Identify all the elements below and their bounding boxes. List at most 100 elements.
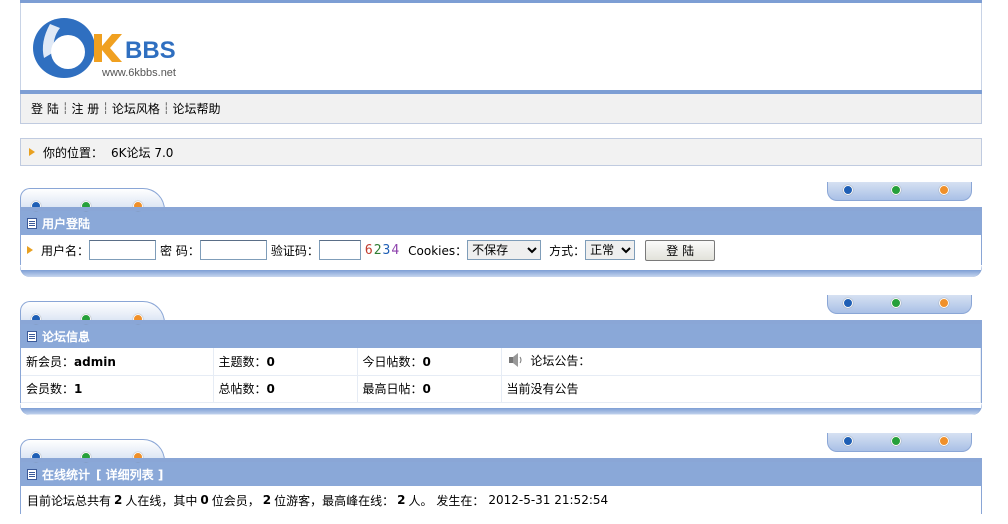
captcha-digit: 4: [391, 242, 401, 258]
panel-tabs: [20, 433, 982, 462]
panel-tabs: [20, 295, 982, 324]
panel-strip: [20, 458, 982, 462]
online-total: 2: [114, 493, 123, 507]
login-panel-title: 用户登陆: [20, 211, 982, 235]
online-peak: 2: [397, 493, 406, 507]
notice-label: 论坛公告：: [530, 353, 591, 368]
menu-separator: ┆: [102, 102, 109, 115]
stat-cell: 新会员：admin: [21, 348, 214, 376]
panel-bottom: [20, 265, 982, 277]
menu-separator: ┆: [162, 102, 170, 115]
today-posts-label: 今日帖数：: [362, 354, 423, 369]
today-posts-value: 0: [422, 354, 431, 369]
topics-label: 主题数：: [218, 354, 267, 369]
total-posts-label: 总帖数：: [218, 382, 267, 396]
document-icon: [27, 468, 37, 480]
stat-cell: 今日帖数：0: [357, 348, 502, 376]
forum-info-title-text: 论坛信息: [42, 329, 91, 344]
breadcrumb-home-link[interactable]: 6K论坛 7.0: [111, 144, 173, 161]
stat-cell: 主题数：0: [213, 348, 358, 376]
captcha-digit: 6: [364, 242, 374, 258]
breadcrumb: 你的位置： 6K论坛 7.0: [20, 138, 982, 166]
login-title-text: 用户登陆: [42, 216, 91, 231]
newest-member-label: 新会员：: [26, 354, 75, 369]
login-panel: 用户登陆 用户名： 密 码： 验证码： 6234 Cookies： 不保存 方式…: [20, 182, 982, 277]
forum-info-panel: 论坛信息 新会员：admin 主题数：0 今日帖数：0 论坛公告： 会员数：1 …: [20, 295, 982, 415]
online-title: 在线统计 [ 详细列表 ]: [20, 462, 982, 486]
online-guests: 2: [262, 493, 272, 507]
top-menu: 登 陆 ┆ 注 册 ┆ 论坛风格 ┆ 论坛帮助: [20, 94, 982, 124]
online-peak-time: 2012-5-31 21:52:54: [488, 493, 609, 507]
login-button[interactable]: 登 陆: [645, 239, 716, 261]
menu-help[interactable]: 论坛帮助: [173, 100, 221, 117]
captcha-digit: 2: [373, 242, 383, 258]
green-dot-icon: [891, 185, 901, 195]
panel-tab-right: [827, 295, 972, 314]
username-input[interactable]: [89, 240, 157, 260]
header: BBS www.6kbbs.net: [20, 3, 982, 91]
orange-dot-icon: [939, 436, 949, 446]
document-icon: [27, 217, 37, 229]
green-dot-icon: [891, 436, 901, 446]
online-body: 目前论坛总共有 2 人在线，其中 0 位会员， 2 位游客，最高峰在线： 2 人…: [20, 486, 982, 514]
arrow-icon: [27, 246, 33, 254]
online-text: 人在线，其中: [125, 493, 198, 508]
cookies-label: Cookies：: [408, 243, 468, 258]
green-dot-icon: [891, 298, 901, 308]
captcha-label: 验证码：: [270, 243, 319, 258]
document-icon: [27, 330, 37, 342]
logo-url: www.6kbbs.net: [101, 67, 176, 79]
stat-cell: 会员数：1: [21, 375, 214, 403]
forum-info-title: 论坛信息: [20, 324, 982, 348]
site-logo[interactable]: BBS www.6kbbs.net: [30, 12, 230, 82]
panel-tab-right: [827, 182, 972, 201]
captcha-image: 6234: [365, 243, 400, 258]
blue-dot-icon: [843, 185, 853, 195]
forum-stats-table: 新会员：admin 主题数：0 今日帖数：0 论坛公告： 会员数：1 总帖数：0…: [21, 348, 981, 403]
blue-dot-icon: [843, 436, 853, 446]
speaker-icon: [507, 352, 523, 371]
online-text: 目前论坛总共有: [27, 493, 112, 508]
max-day-label: 最高日帖：: [362, 382, 423, 396]
captcha-input[interactable]: [318, 240, 361, 260]
online-panel: 在线统计 [ 详细列表 ] 目前论坛总共有 2 人在线，其中 0 位会员， 2 …: [20, 433, 982, 514]
username-label: 用户名：: [41, 243, 90, 258]
online-members: 0: [200, 493, 209, 507]
menu-separator: ┆: [61, 102, 69, 115]
panel-tabs: [20, 182, 982, 211]
online-summary: 目前论坛总共有 2 人在线，其中 0 位会员， 2 位游客，最高峰在线： 2 人…: [21, 486, 981, 514]
panel-strip: [20, 207, 982, 211]
breadcrumb-label: 你的位置：: [43, 145, 104, 160]
orange-dot-icon: [939, 185, 949, 195]
notice-header-cell: 论坛公告：: [501, 348, 981, 376]
stat-cell: 总帖数：0: [213, 375, 358, 403]
panel-tab-right: [827, 433, 972, 452]
total-posts-value: 0: [266, 382, 275, 396]
notice-text: 当前没有公告: [501, 375, 981, 403]
forum-info-body: 新会员：admin 主题数：0 今日帖数：0 论坛公告： 会员数：1 总帖数：0…: [20, 348, 982, 403]
detail-list-link[interactable]: [ 详细列表 ]: [96, 466, 163, 483]
max-day-value: 0: [422, 382, 431, 396]
menu-styles[interactable]: 论坛风格: [112, 100, 160, 117]
members-value: 1: [74, 382, 83, 396]
mode-label: 方式：: [549, 243, 586, 258]
table-row: 会员数：1 总帖数：0 最高日帖：0 当前没有公告: [21, 375, 981, 403]
panel-bottom: [20, 402, 982, 415]
arrow-icon: [29, 148, 35, 156]
logo-text: BBS: [125, 37, 176, 64]
cookies-select[interactable]: 不保存: [467, 240, 542, 260]
online-text: 人。 发生在：: [408, 493, 485, 508]
table-row: 新会员：admin 主题数：0 今日帖数：0 论坛公告：: [21, 348, 981, 376]
newest-member-link[interactable]: admin: [74, 355, 116, 369]
login-form: 用户名： 密 码： 验证码： 6234 Cookies： 不保存 方式： 正常 …: [20, 235, 982, 265]
topics-value: 0: [266, 354, 275, 369]
blue-dot-icon: [843, 298, 853, 308]
menu-login[interactable]: 登 陆: [31, 100, 59, 117]
online-text: 位会员，: [211, 493, 260, 508]
password-input[interactable]: [199, 240, 267, 260]
stat-cell: 最高日帖：0: [357, 375, 502, 403]
mode-select[interactable]: 正常: [585, 240, 636, 260]
menu-register[interactable]: 注 册: [71, 100, 99, 117]
panel-strip: [20, 320, 982, 324]
members-label: 会员数：: [26, 382, 75, 396]
